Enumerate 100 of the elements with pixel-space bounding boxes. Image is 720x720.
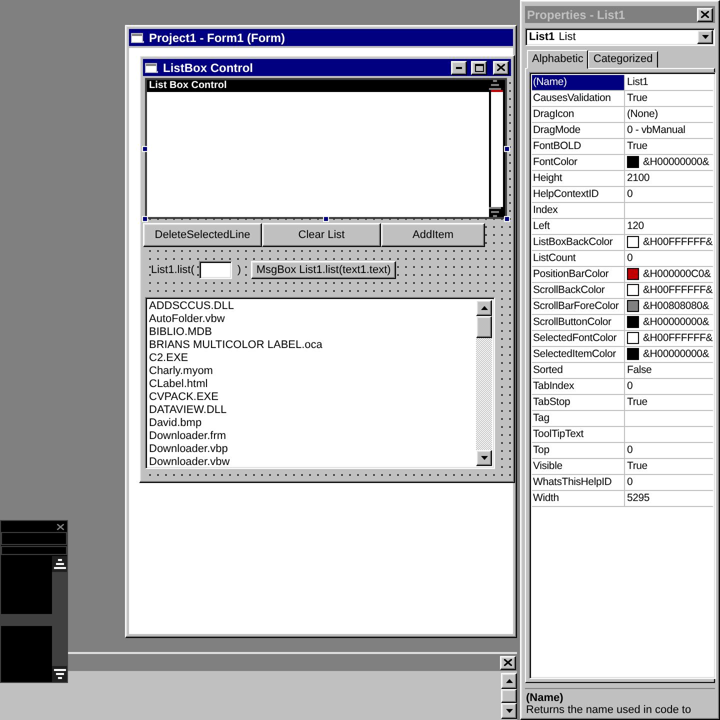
property-name[interactable]: ListBoxBackColor: [532, 234, 625, 250]
property-name[interactable]: Height: [532, 170, 625, 186]
msgbox-button[interactable]: MsgBox List1.list(text1.text): [251, 261, 396, 279]
dark-scrollbar[interactable]: [52, 556, 67, 682]
property-value: False: [627, 364, 652, 376]
property-name[interactable]: SelectedFontColor: [532, 330, 625, 346]
index-field[interactable]: [199, 261, 232, 279]
property-name[interactable]: ListCount: [532, 250, 625, 266]
file-listbox[interactable]: ADDSCCUS.DLL AutoFolder.vbw BIBLIO.MDB BRIANS MULTICOLOR LABEL.oca C2.EXE Charly.myom CLabel.html CVPACK.EXE DATAVIEW.DLL David.bmp Downloader.frm Downloader.vbp Downloader.vbw: [145, 297, 495, 469]
resize-handle[interactable]: [142, 216, 148, 222]
file-item[interactable]: BIBLIO.MDB: [148, 326, 476, 339]
property-name[interactable]: PositionBarColor: [532, 266, 625, 282]
form-icon: [145, 62, 159, 74]
property-name[interactable]: Index: [532, 202, 625, 218]
file-item[interactable]: C2.EXE: [148, 352, 476, 365]
scroll-up-button[interactable]: [476, 300, 492, 316]
dark-field[interactable]: [1, 546, 67, 555]
property-value: 0 - vbManual: [627, 124, 686, 136]
file-item[interactable]: Downloader.frm: [148, 430, 476, 443]
file-item[interactable]: David.bmp: [148, 417, 476, 430]
property-name[interactable]: ToolTipText: [532, 426, 625, 442]
scroll-top-icon: [54, 559, 66, 569]
property-name[interactable]: Left: [532, 218, 625, 234]
up-arrow-icon: [480, 306, 488, 310]
property-value: &H000000C0&: [643, 268, 711, 280]
window-title: Properties - List1: [527, 8, 626, 22]
resize-handle[interactable]: [142, 146, 148, 152]
close-icon[interactable]: [57, 524, 64, 530]
property-name[interactable]: WhatsThisHelpID: [532, 474, 625, 490]
file-item[interactable]: DATAVIEW.DLL: [148, 404, 476, 417]
property-name[interactable]: Visible: [532, 458, 625, 474]
command-button[interactable]: Clear List: [262, 223, 381, 247]
form-icon: [131, 32, 145, 44]
dark-field[interactable]: [1, 532, 67, 545]
property-value: List1: [627, 76, 648, 88]
property-value: 120: [627, 220, 644, 232]
resize-handle[interactable]: [323, 216, 329, 222]
down-arrow-icon: [506, 709, 512, 713]
property-value: &H00FFFFFF&: [643, 332, 713, 344]
property-value: 0: [627, 380, 633, 392]
property-value: &H00FFFFFF&: [643, 236, 713, 248]
property-value: &H00808080&: [643, 300, 710, 312]
description-text: Returns the name used in code to: [526, 704, 692, 716]
file-item[interactable]: AutoFolder.vbw: [148, 313, 476, 326]
property-name[interactable]: (Name): [532, 74, 625, 90]
tab[interactable]: Categorized: [588, 50, 658, 68]
minimize-button[interactable]: [451, 60, 467, 74]
file-item[interactable]: CLabel.html: [148, 378, 476, 391]
command-button[interactable]: AddItem: [381, 223, 485, 247]
property-name[interactable]: DragIcon: [532, 106, 625, 122]
resize-handle[interactable]: [504, 216, 510, 222]
property-name[interactable]: ScrollButtonColor: [532, 314, 625, 330]
property-name[interactable]: TabStop: [532, 394, 625, 410]
scroll-down-button[interactable]: [501, 703, 517, 719]
scroll-bottom-icon: [489, 207, 501, 217]
property-name[interactable]: Top: [532, 442, 625, 458]
close-button[interactable]: [500, 656, 516, 670]
property-name[interactable]: ScrollBarForeColor: [532, 298, 625, 314]
object-dropdown[interactable]: List1 List: [525, 28, 715, 46]
custom-scrollbar[interactable]: [489, 80, 505, 217]
property-name[interactable]: DragMode: [532, 122, 625, 138]
listbox-header: List Box Control: [147, 80, 489, 92]
scroll-up-button[interactable]: [501, 673, 517, 689]
file-item[interactable]: Charly.myom: [148, 365, 476, 378]
file-item[interactable]: CVPACK.EXE: [148, 391, 476, 404]
scroll-bottom-icon: [54, 669, 66, 679]
scroll-thumb[interactable]: [476, 316, 492, 338]
command-button[interactable]: DeleteSelectedLine: [143, 223, 262, 247]
property-name[interactable]: Width: [532, 490, 625, 506]
scrollbar[interactable]: [501, 673, 517, 720]
tab[interactable]: Alphabetic: [527, 50, 588, 69]
custom-listbox[interactable]: List Box Control: [145, 78, 507, 219]
property-name[interactable]: FontBOLD: [532, 138, 625, 154]
property-name[interactable]: SelectedItemColor: [532, 346, 625, 362]
scroll-top-icon: [489, 80, 501, 90]
scrollbar[interactable]: [476, 300, 492, 466]
property-value: True: [627, 140, 648, 152]
property-name[interactable]: HelpContextID: [532, 186, 625, 202]
close-button[interactable]: [493, 60, 509, 74]
property-value: &H00000000&: [643, 156, 710, 168]
close-button[interactable]: [697, 8, 713, 22]
file-item[interactable]: ADDSCCUS.DLL: [148, 300, 476, 313]
maximize-button[interactable]: [471, 60, 487, 74]
object-type: List: [558, 30, 577, 43]
file-item[interactable]: Downloader.vbw: [148, 456, 476, 469]
property-value: &H00FFFFFF&: [643, 284, 713, 296]
up-arrow-icon: [506, 679, 512, 683]
property-name[interactable]: Sorted: [532, 362, 625, 378]
file-item[interactable]: Downloader.vbp: [148, 443, 476, 456]
scroll-thumb[interactable]: [501, 689, 517, 703]
property-name[interactable]: CausesValidation: [532, 90, 625, 106]
file-item[interactable]: BRIANS MULTICOLOR LABEL.oca: [148, 339, 476, 352]
resize-handle[interactable]: [504, 146, 510, 152]
property-name[interactable]: Tag: [532, 410, 625, 426]
scroll-down-button[interactable]: [476, 450, 492, 466]
property-value: (None): [627, 108, 658, 120]
property-name[interactable]: TabIndex: [532, 378, 625, 394]
property-name[interactable]: FontColor: [532, 154, 625, 170]
dropdown-button[interactable]: [697, 30, 713, 44]
property-name[interactable]: ScrollBackColor: [532, 282, 625, 298]
